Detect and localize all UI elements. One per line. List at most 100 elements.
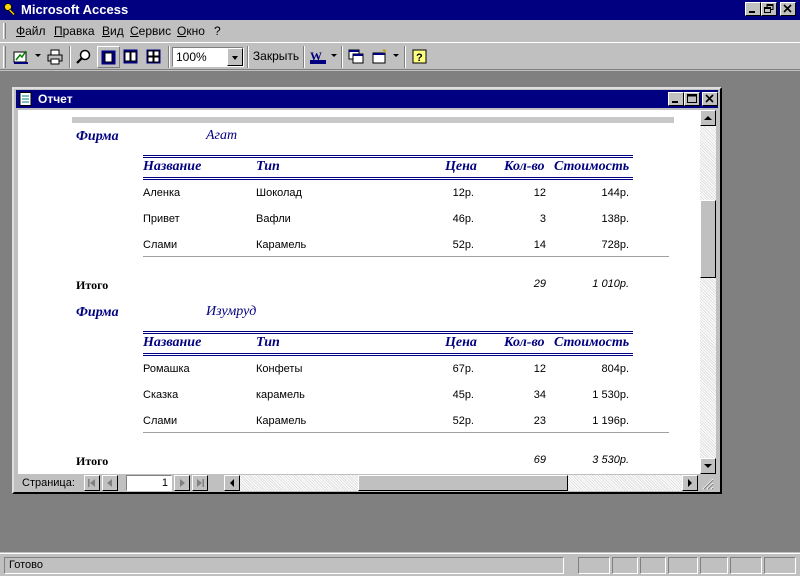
menu-file[interactable]: Файл: [16, 24, 46, 40]
header-rule-bottom: [143, 353, 633, 354]
report-window[interactable]: Отчет Фирма Агат Название Тип Цена Кол-во Стои…: [12, 87, 722, 494]
menu-view[interactable]: Вид: [102, 24, 124, 40]
two-pages-button[interactable]: [120, 46, 143, 68]
header-rule-bottom: [143, 177, 633, 178]
table-cell-cost: 1 196р.: [592, 415, 629, 427]
table-cell-qty: 12: [533, 363, 546, 375]
menu-bar: Файл Правка Вид Сервис Окно ?: [0, 20, 800, 42]
toolbar-separator: [404, 46, 406, 68]
one-page-icon: [101, 50, 116, 65]
table-cell-name: Аленка: [143, 187, 181, 199]
maximize-icon: [687, 94, 697, 103]
table-cell-type: Конфеты: [256, 363, 303, 375]
column-header-name: Название: [143, 335, 202, 350]
status-panel: [764, 557, 796, 574]
close-icon: [783, 4, 792, 13]
scroll-up-button[interactable]: [700, 110, 716, 126]
app-title-bar[interactable]: Microsoft Access: [0, 0, 800, 20]
two-pages-icon: [123, 49, 138, 64]
previous-page-button[interactable]: [102, 475, 118, 491]
office-links-button[interactable]: W: [307, 46, 330, 68]
toolbar-grip[interactable]: [3, 46, 6, 68]
restore-icon: [764, 4, 774, 13]
print-button[interactable]: [44, 46, 67, 68]
zoom-combo[interactable]: 100%: [172, 47, 244, 67]
database-window-button[interactable]: [345, 46, 368, 68]
menu-window[interactable]: Окно: [177, 24, 205, 40]
next-page-button[interactable]: [174, 475, 190, 491]
first-page-icon: [88, 479, 95, 487]
column-header-cost: Стоимость: [554, 335, 630, 350]
horizontal-scroll-thumb[interactable]: [358, 475, 568, 491]
menu-grip[interactable]: [3, 23, 6, 39]
vertical-scroll-thumb[interactable]: [700, 200, 716, 278]
scroll-right-button[interactable]: [682, 475, 698, 491]
header-rule-top: [143, 333, 633, 334]
group-separator: [143, 256, 669, 257]
scroll-left-button[interactable]: [224, 475, 240, 491]
table-cell-qty: 14: [533, 239, 546, 251]
report-minimize-button[interactable]: [668, 92, 684, 106]
scroll-down-button[interactable]: [700, 458, 716, 474]
report-title-bar[interactable]: Отчет: [16, 90, 718, 108]
report-preview-page: Фирма Агат Название Тип Цена Кол-во Стоимость А…: [18, 110, 700, 474]
view-button[interactable]: [10, 46, 33, 68]
print-preview-toolbar: 100% Закрыть W ?: [0, 42, 800, 70]
first-page-button[interactable]: [84, 475, 100, 491]
close-preview-button[interactable]: Закрыть: [251, 46, 301, 68]
close-window-button[interactable]: [780, 2, 796, 16]
table-cell-type: карамель: [256, 389, 305, 401]
office-links-dropdown-arrow-icon[interactable]: [331, 54, 337, 57]
table-cell-cost: 728р.: [601, 239, 629, 251]
menu-edit[interactable]: Правка: [54, 24, 95, 40]
column-header-price: Цена: [445, 335, 477, 350]
table-cell-qty: 34: [533, 389, 546, 401]
zoom-button[interactable]: [73, 46, 96, 68]
arrow-right-icon: [688, 479, 692, 487]
resize-grip-icon[interactable]: [700, 476, 714, 490]
zoom-value: 100%: [176, 50, 207, 64]
navigation-bar: Страница: 1: [18, 474, 716, 492]
table-cell-qty: 23: [533, 415, 546, 427]
column-header-qty: Кол-во: [504, 335, 545, 350]
app-title: Microsoft Access: [21, 2, 129, 17]
menu-tools[interactable]: Сервис: [130, 24, 171, 40]
word-w-icon: W: [310, 49, 326, 64]
menu-help[interactable]: ?: [214, 24, 221, 40]
new-object-dropdown-arrow-icon[interactable]: [393, 54, 399, 57]
new-object-button[interactable]: [369, 46, 392, 68]
view-dropdown-arrow-icon[interactable]: [35, 54, 41, 57]
arrow-left-icon: [230, 479, 234, 487]
one-page-button[interactable]: [97, 46, 120, 68]
page-header-rule: [72, 117, 674, 123]
new-object-icon: [372, 49, 387, 64]
restore-button[interactable]: [761, 2, 777, 16]
header-rule-bottom: [143, 355, 633, 356]
page-label: Страница:: [22, 477, 75, 489]
firm-label: Фирма: [76, 305, 119, 320]
table-cell-name: Сказка: [143, 389, 179, 401]
vertical-scrollbar[interactable]: [700, 110, 716, 474]
help-button[interactable]: ?: [409, 46, 432, 68]
table-cell-price: 67р.: [452, 363, 474, 375]
chevron-down-icon[interactable]: [227, 48, 243, 66]
status-panel: [730, 557, 762, 574]
table-cell-type: Шоколад: [256, 187, 302, 199]
status-panel: [578, 557, 610, 574]
page-number-input[interactable]: 1: [126, 475, 172, 491]
next-page-icon: [180, 479, 185, 487]
report-maximize-button[interactable]: [684, 92, 700, 106]
column-header-price: Цена: [445, 159, 477, 174]
table-cell-name: Слами: [143, 415, 178, 427]
report-close-button[interactable]: [702, 92, 718, 106]
table-cell-name: Привет: [143, 213, 180, 225]
status-panel: [668, 557, 698, 574]
access-key-icon: [4, 3, 16, 16]
minimize-button[interactable]: [745, 2, 761, 16]
toolbar-separator: [168, 46, 170, 68]
last-page-button[interactable]: [192, 475, 208, 491]
multiple-pages-icon: [146, 49, 161, 64]
status-panel: [700, 557, 728, 574]
horizontal-scrollbar[interactable]: [240, 475, 682, 491]
multiple-pages-button[interactable]: [143, 46, 166, 68]
